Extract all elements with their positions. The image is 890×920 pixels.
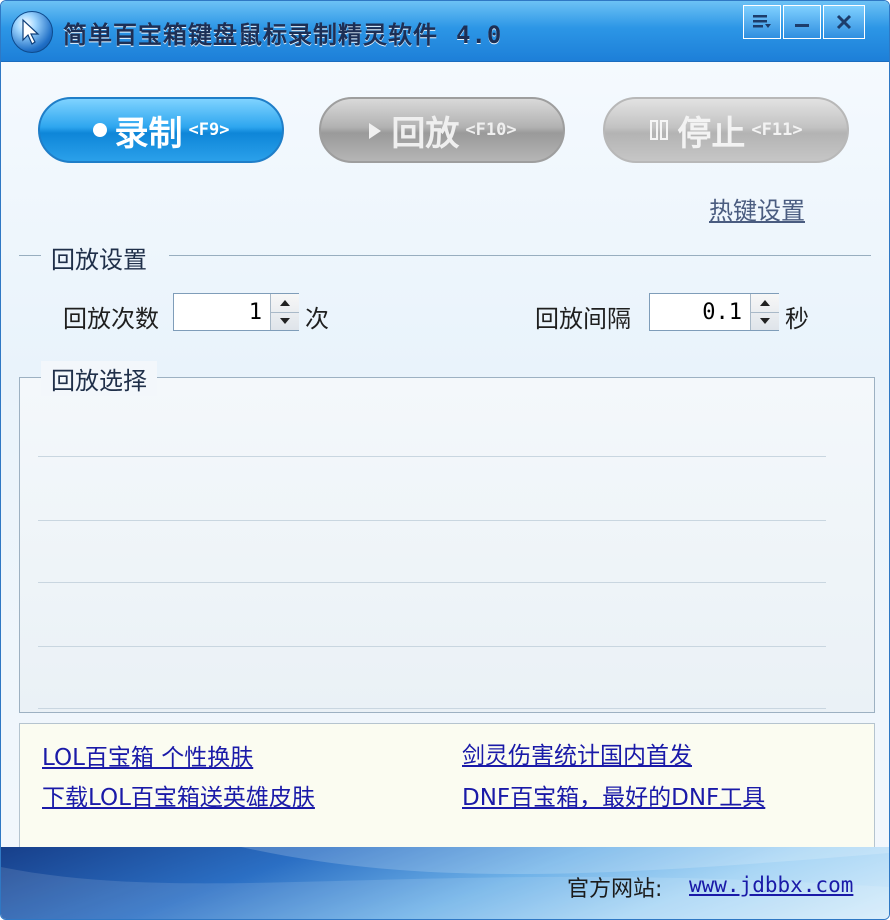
record-hotkey: <F9> xyxy=(188,120,230,140)
playback-count-stepper[interactable] xyxy=(173,293,299,331)
window-title-text: 简单百宝箱键盘鼠标录制精灵软件 xyxy=(63,21,438,49)
official-site-label: 官方网站: xyxy=(567,877,663,902)
record-button-label: 录制 xyxy=(114,113,183,154)
playback-interval-input[interactable] xyxy=(650,294,750,330)
playback-interval-spin[interactable] xyxy=(750,294,779,330)
playback-count-unit: 次 xyxy=(305,305,329,333)
playback-selection-list[interactable] xyxy=(19,377,875,713)
playback-interval-unit: 秒 xyxy=(785,305,809,333)
menu-button[interactable] xyxy=(743,5,781,39)
promo-link-lol-skin[interactable]: LOL百宝箱 个性换肤 xyxy=(42,738,253,772)
list-item[interactable] xyxy=(38,708,826,709)
list-item[interactable] xyxy=(38,456,826,457)
arrow-down-icon xyxy=(760,318,770,324)
playback-interval-label: 回放间隔 xyxy=(535,305,631,333)
playback-count-spin[interactable] xyxy=(270,294,299,330)
play-button-label: 回放 xyxy=(391,113,460,154)
record-button[interactable]: 录制 <F9> xyxy=(38,97,284,163)
group-divider xyxy=(169,255,871,256)
app-logo-icon xyxy=(11,11,53,53)
minimize-button[interactable] xyxy=(783,5,821,39)
group-divider xyxy=(19,255,41,256)
play-hotkey: <F10> xyxy=(465,120,517,140)
official-site-link[interactable]: www.jdbbx.com xyxy=(689,873,853,897)
stop-hotkey: <F11> xyxy=(751,120,803,140)
close-icon xyxy=(836,14,852,30)
promo-link-lol-download[interactable]: 下载LOL百宝箱送英雄皮肤 xyxy=(42,778,315,812)
stop-button[interactable]: 停止 <F11> xyxy=(603,97,849,163)
arrow-up-icon xyxy=(760,300,770,306)
stop-button-label: 停止 xyxy=(677,113,746,154)
promo-link-dnf-tool[interactable]: DNF百宝箱，最好的DNF工具 xyxy=(462,778,765,812)
list-item[interactable] xyxy=(38,646,826,647)
hotkey-settings-link[interactable]: 热键设置 xyxy=(709,191,805,226)
window-title: 简单百宝箱键盘鼠标录制精灵软件 4.0 xyxy=(63,15,502,50)
arrow-up-icon xyxy=(280,300,290,306)
title-bar[interactable]: 简单百宝箱键盘鼠标录制精灵软件 4.0 xyxy=(1,1,889,62)
spin-down-button[interactable] xyxy=(271,312,299,330)
playback-count-input[interactable] xyxy=(174,294,270,330)
promo-panel: LOL百宝箱 个性换肤 下载LOL百宝箱送英雄皮肤 剑灵伤害统计国内首发 DNF… xyxy=(19,723,875,849)
promo-link-bns-damage[interactable]: 剑灵伤害统计国内首发 xyxy=(462,736,692,770)
playback-interval-stepper[interactable] xyxy=(649,293,779,331)
arrow-down-icon xyxy=(280,318,290,324)
pause-icon xyxy=(649,110,669,150)
record-dot-icon xyxy=(92,123,107,137)
close-button[interactable] xyxy=(823,5,865,39)
menu-icon xyxy=(753,15,771,28)
list-item[interactable] xyxy=(38,520,826,521)
app-window: 简单百宝箱键盘鼠标录制精灵软件 4.0 录制 <F9> 回放 <F10> 停止 … xyxy=(0,0,890,920)
list-item[interactable] xyxy=(38,582,826,583)
spin-down-button[interactable] xyxy=(751,312,779,330)
playback-settings-title: 回放设置 xyxy=(51,246,147,274)
play-button[interactable]: 回放 <F10> xyxy=(319,97,565,163)
play-icon xyxy=(367,110,383,150)
window-version: 4.0 xyxy=(456,21,503,49)
spin-up-button[interactable] xyxy=(271,294,299,313)
playback-count-label: 回放次数 xyxy=(63,305,159,333)
playback-selection-title: 回放选择 xyxy=(41,361,157,396)
minimize-icon xyxy=(795,24,809,27)
spin-up-button[interactable] xyxy=(751,294,779,313)
